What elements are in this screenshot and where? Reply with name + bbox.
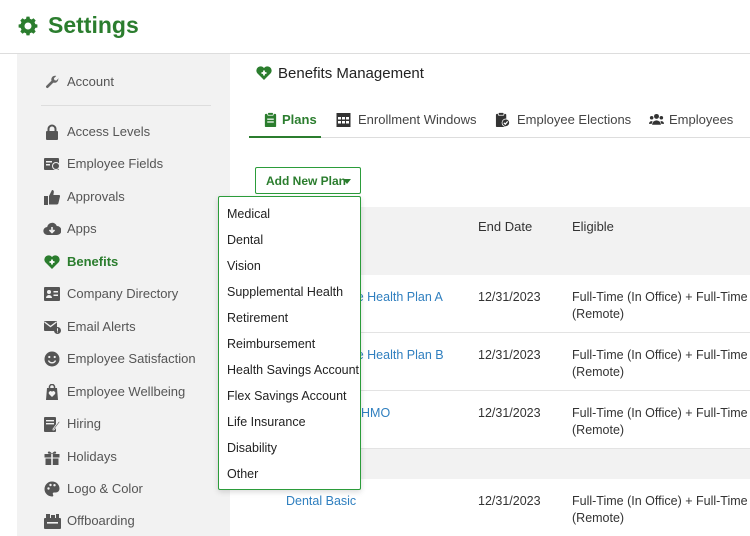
header-eligible: Eligible — [572, 219, 614, 234]
sidebar-item-email-alerts[interactable]: Email Alerts — [17, 314, 230, 340]
sidebar-item-access-levels[interactable]: Access Levels — [17, 119, 230, 145]
plan-type-dropdown: Medical Dental Vision Supplemental Healt… — [218, 196, 361, 490]
sidebar-divider — [41, 105, 211, 106]
dropdown-item-retirement[interactable]: Retirement — [219, 306, 360, 332]
plan-end-date: 12/31/2023 — [478, 290, 541, 304]
clipboard-icon — [264, 112, 277, 127]
address-card-icon — [43, 285, 61, 303]
plan-end-date: 12/31/2023 — [478, 348, 541, 362]
wrench-icon — [43, 73, 61, 91]
dropdown-item-other[interactable]: Other — [219, 462, 360, 488]
sidebar-item-apps[interactable]: Apps — [17, 216, 230, 242]
sidebar-item-holidays[interactable]: Holidays — [17, 444, 230, 470]
dropdown-item-medical[interactable]: Medical — [219, 202, 360, 228]
sidebar-item-approvals[interactable]: Approvals — [17, 184, 230, 210]
id-card-icon — [43, 155, 61, 173]
sidebar-item-company-directory[interactable]: Company Directory — [17, 281, 230, 307]
heart-plus-icon — [256, 66, 272, 80]
lock-icon — [43, 123, 61, 141]
calendar-icon — [336, 113, 351, 127]
tab-employees[interactable]: Employees — [649, 106, 750, 138]
dropdown-item-disability[interactable]: Disability — [219, 436, 360, 462]
hiring-icon — [43, 415, 61, 433]
sidebar: Account Access Levels Employee Fields Ap… — [17, 54, 230, 536]
tab-bar: Plans Enrollment Windows Employee Electi… — [249, 106, 750, 138]
page-title: Settings — [48, 12, 139, 38]
sidebar-item-benefits[interactable]: Benefits — [17, 249, 230, 275]
dropdown-item-life-insurance[interactable]: Life Insurance — [219, 410, 360, 436]
plan-end-date: 12/31/2023 — [478, 406, 541, 420]
app-header: Settings — [0, 0, 750, 54]
dropdown-item-dental[interactable]: Dental — [219, 228, 360, 254]
sidebar-item-employee-fields[interactable]: Employee Fields — [17, 151, 230, 177]
plan-eligible: Full-Time (In Office) + Full-Time (Remote… — [572, 290, 748, 321]
plan-eligible: Full-Time (In Office) + Full-Time (Remote… — [572, 406, 748, 437]
sidebar-item-employee-wellbeing[interactable]: Employee Wellbeing — [17, 379, 230, 405]
tab-plans[interactable]: Plans — [249, 106, 321, 138]
sidebar-item-employee-satisfaction[interactable]: Employee Satisfaction — [17, 346, 230, 372]
plan-name-link[interactable]: ble Health Plan A — [347, 289, 443, 306]
tab-employee-elections[interactable]: Employee Elections — [495, 106, 631, 138]
dropdown-item-vision[interactable]: Vision — [219, 254, 360, 280]
dropdown-item-reimbursement[interactable]: Reimbursement — [219, 332, 360, 358]
palette-icon — [43, 480, 61, 498]
header-end-date: End Date — [478, 219, 533, 234]
smile-icon — [43, 350, 61, 368]
caret-down-icon — [343, 179, 351, 184]
sidebar-item-account[interactable]: Account — [17, 69, 230, 95]
gear-icon — [18, 16, 38, 36]
email-alert-icon — [43, 318, 61, 336]
cloud-download-icon — [43, 220, 61, 238]
plan-name-link[interactable]: HMO — [361, 405, 390, 422]
plan-eligible: Full-Time (In Office) + Full-Time (Remote… — [572, 348, 748, 379]
sidebar-item-offboarding[interactable]: Offboarding — [17, 508, 230, 534]
wellbeing-icon — [43, 383, 61, 401]
sidebar-item-hiring[interactable]: Hiring — [17, 411, 230, 437]
sidebar-item-logo-color[interactable]: Logo & Color — [17, 476, 230, 502]
heart-plus-icon — [43, 253, 61, 271]
tab-enrollment-windows[interactable]: Enrollment Windows — [336, 106, 477, 138]
plan-name-link[interactable]: ble Health Plan B — [347, 347, 444, 364]
users-icon — [649, 113, 664, 125]
plan-name-link[interactable]: Dental Basic — [286, 493, 356, 510]
clipboard-check-icon — [495, 112, 510, 127]
section-title: Benefits Management — [278, 65, 424, 82]
dropdown-item-health-savings-account[interactable]: Health Savings Account — [219, 358, 360, 384]
add-new-plan-button[interactable]: Add New Plan — [255, 167, 361, 194]
gift-icon — [43, 448, 61, 466]
dropdown-item-supplemental-health[interactable]: Supplemental Health — [219, 280, 360, 306]
dropdown-item-flex-savings-account[interactable]: Flex Savings Account — [219, 384, 360, 410]
thumbs-up-icon — [43, 188, 61, 206]
plan-end-date: 12/31/2023 — [478, 494, 541, 508]
plan-eligible: Full-Time (In Office) + Full-Time (Remote… — [572, 494, 748, 525]
offboarding-icon — [43, 512, 61, 530]
